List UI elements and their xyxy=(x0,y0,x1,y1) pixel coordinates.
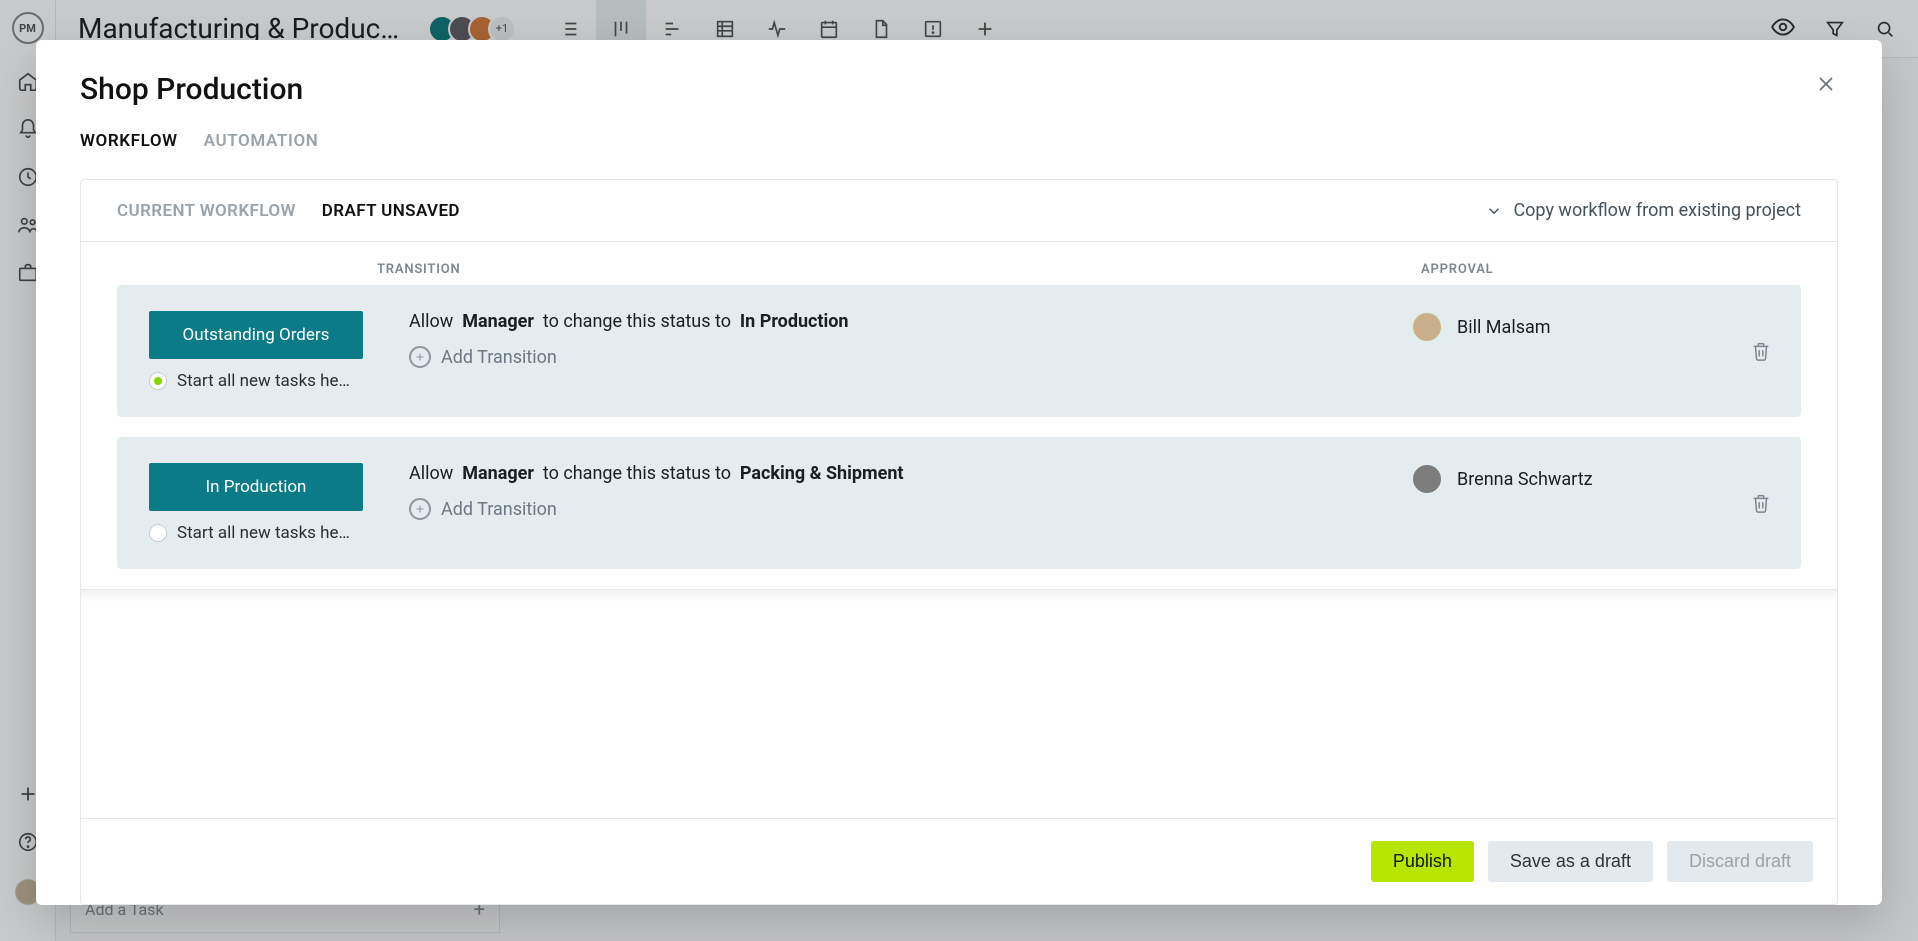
approver[interactable]: Brenna Schwartz xyxy=(1411,463,1731,495)
segment-current-workflow[interactable]: CURRENT WORKFLOW xyxy=(117,201,296,221)
delete-row-button[interactable] xyxy=(1731,340,1791,362)
workflow-row: Outstanding Orders Start all new tasks h… xyxy=(117,285,1801,417)
copy-workflow-link[interactable]: Copy workflow from existing project xyxy=(1485,200,1801,221)
avatar xyxy=(1411,311,1443,343)
delete-row-button[interactable] xyxy=(1731,492,1791,514)
approver[interactable]: Bill Malsam xyxy=(1411,311,1731,343)
segment-draft-unsaved[interactable]: DRAFT UNSAVED xyxy=(322,201,460,221)
discard-draft-button[interactable]: Discard draft xyxy=(1667,841,1813,882)
workflow-panel: CURRENT WORKFLOW DRAFT UNSAVED Copy work… xyxy=(80,179,1838,905)
column-headers: TRANSITION APPROVAL xyxy=(117,262,1801,285)
plus-circle-icon xyxy=(409,498,431,520)
chevron-down-icon xyxy=(1485,202,1503,220)
add-transition-button[interactable]: Add Transition xyxy=(409,346,1411,368)
column-approval: APPROVAL xyxy=(1421,262,1741,277)
status-chip[interactable]: Outstanding Orders xyxy=(149,311,363,359)
status-chip[interactable]: In Production xyxy=(149,463,363,511)
start-here-label: Start all new tasks he… xyxy=(177,371,350,391)
plus-circle-icon xyxy=(409,346,431,368)
add-transition-label: Add Transition xyxy=(441,499,557,520)
start-here-label: Start all new tasks he… xyxy=(177,523,350,543)
avatar xyxy=(1411,463,1443,495)
modal-title: Shop Production xyxy=(80,72,303,107)
panel-footer: Publish Save as a draft Discard draft xyxy=(81,818,1837,904)
add-transition-button[interactable]: Add Transition xyxy=(409,498,1411,520)
save-draft-button[interactable]: Save as a draft xyxy=(1488,841,1653,882)
scroll-shadow xyxy=(81,589,1837,603)
start-here-option[interactable]: Start all new tasks he… xyxy=(149,523,409,543)
tab-workflow[interactable]: WORKFLOW xyxy=(80,131,178,151)
transition-rule[interactable]: Allow Manager to change this status to P… xyxy=(409,463,1411,484)
radio-icon xyxy=(149,524,167,542)
publish-button[interactable]: Publish xyxy=(1371,841,1474,882)
close-icon[interactable] xyxy=(1814,72,1838,96)
radio-icon xyxy=(149,372,167,390)
workflow-modal: Shop Production WORKFLOW AUTOMATION CURR… xyxy=(36,40,1882,905)
panel-header: CURRENT WORKFLOW DRAFT UNSAVED Copy work… xyxy=(81,180,1837,242)
add-transition-label: Add Transition xyxy=(441,347,557,368)
start-here-option[interactable]: Start all new tasks he… xyxy=(149,371,409,391)
column-transition: TRANSITION xyxy=(377,262,1421,277)
copy-workflow-label: Copy workflow from existing project xyxy=(1513,200,1801,221)
modal-tabs: WORKFLOW AUTOMATION xyxy=(80,131,1838,151)
workflow-row: In Production Start all new tasks he… Al… xyxy=(117,437,1801,569)
transition-rule[interactable]: Allow Manager to change this status to I… xyxy=(409,311,1411,332)
approver-name: Bill Malsam xyxy=(1457,317,1551,338)
approver-name: Brenna Schwartz xyxy=(1457,469,1593,490)
tab-automation[interactable]: AUTOMATION xyxy=(204,131,319,151)
